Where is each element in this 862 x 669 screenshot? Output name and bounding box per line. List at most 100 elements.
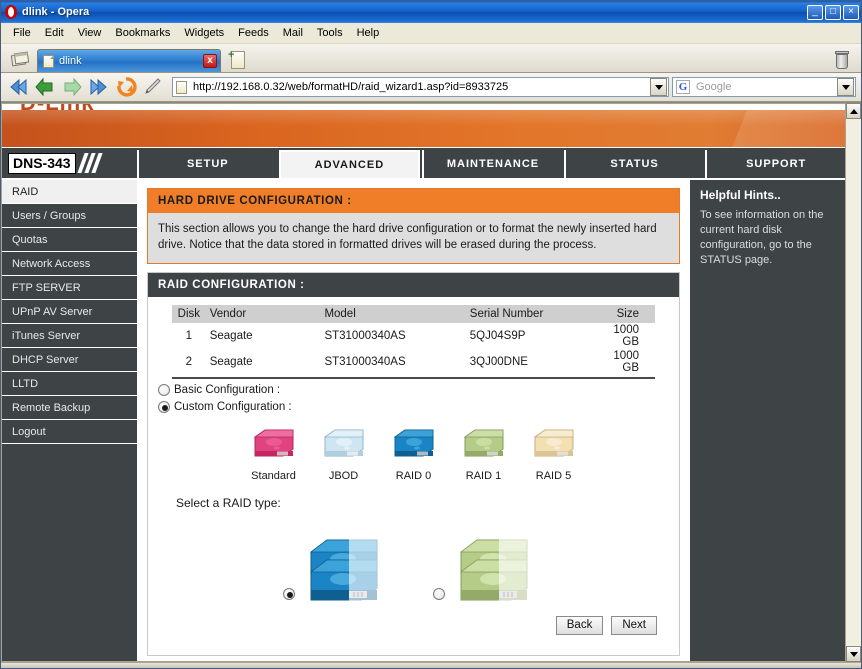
- main-navigation: DNS-343 SETUP ADVANCED MAINTENANCE STATU…: [2, 148, 845, 180]
- google-icon: G: [676, 80, 690, 94]
- table-row: 2 Seagate ST31000340AS 3QJ00DNE 1000 GB: [172, 349, 655, 379]
- opera-logo-icon: [4, 5, 18, 19]
- hard-drive-icon: [253, 429, 293, 457]
- raid-type-jbod[interactable]: JBOD: [318, 427, 370, 482]
- menu-item-file[interactable]: File: [6, 25, 38, 42]
- cell-size: 1000 GB: [613, 324, 639, 348]
- browser-window: dlink - Opera _ □ × File Edit View Bookm…: [0, 0, 862, 669]
- radio-basic-configuration[interactable]: [158, 384, 170, 396]
- search-box[interactable]: G Google: [672, 77, 856, 97]
- tab-close-icon[interactable]: x: [203, 54, 217, 68]
- url-page-icon: [176, 80, 187, 94]
- raid-panel-title: RAID CONFIGURATION :: [148, 273, 679, 297]
- basic-configuration-option[interactable]: Basic Configuration :: [158, 384, 669, 396]
- tab-setup[interactable]: SETUP: [137, 150, 277, 178]
- raid-type-standard[interactable]: Standard: [248, 427, 300, 482]
- next-button[interactable]: Next: [611, 616, 657, 635]
- choice-raid0[interactable]: [282, 516, 395, 604]
- maximize-button[interactable]: □: [825, 4, 841, 20]
- sidebar-item-dhcp-server[interactable]: DHCP Server: [2, 348, 137, 372]
- scroll-down-button[interactable]: [846, 646, 861, 662]
- forward-icon[interactable]: [60, 76, 84, 98]
- choice-raid1[interactable]: [432, 516, 545, 604]
- raid1-drive-stack-icon[interactable]: [453, 516, 545, 604]
- cell-disk: 1: [185, 330, 193, 342]
- window-title: dlink - Opera: [22, 6, 90, 18]
- disks-table: Disk Vendor Model Serial Number Size 1 S…: [172, 305, 655, 379]
- tab-support[interactable]: SUPPORT: [705, 150, 845, 178]
- menu-item-view[interactable]: View: [71, 25, 109, 42]
- hard-drive-icon: [393, 429, 433, 457]
- reload-icon[interactable]: [114, 76, 138, 98]
- search-input[interactable]: Google: [696, 81, 837, 93]
- tab-maintenance[interactable]: MAINTENANCE: [422, 150, 562, 178]
- minimize-button[interactable]: _: [807, 4, 823, 20]
- cell-vendor: Seagate: [205, 349, 321, 379]
- close-icon: ×: [848, 5, 854, 17]
- cell-vendor: Seagate: [209, 330, 253, 342]
- new-tab-button[interactable]: +: [227, 49, 249, 72]
- url-text: http://192.168.0.32/web/formatHD/raid_wi…: [193, 81, 509, 93]
- col-serial-number: Serial Number: [465, 305, 610, 323]
- scrollbar-track[interactable]: [846, 119, 861, 646]
- chevron-up-icon: [849, 108, 858, 114]
- menu-item-edit[interactable]: Edit: [38, 25, 71, 42]
- tab-status[interactable]: STATUS: [563, 150, 704, 178]
- address-bar[interactable]: http://192.168.0.32/web/formatHD/raid_wi…: [172, 77, 669, 97]
- tab-advanced[interactable]: ADVANCED: [278, 150, 421, 178]
- sidebar-item-network-access[interactable]: Network Access: [2, 252, 137, 276]
- address-dropdown-button[interactable]: [650, 78, 667, 96]
- raid-type-raid0[interactable]: RAID 0: [388, 427, 440, 482]
- sidebar-item-itunes-server[interactable]: iTunes Server: [2, 324, 137, 348]
- sidebar-item-ftp-server[interactable]: FTP SERVER: [2, 276, 137, 300]
- menu-item-mail[interactable]: Mail: [276, 25, 310, 42]
- menu-item-widgets[interactable]: Widgets: [177, 25, 231, 42]
- menu-item-feeds[interactable]: Feeds: [231, 25, 276, 42]
- hard-drive-configuration-panel: HARD DRIVE CONFIGURATION : This section …: [147, 188, 680, 264]
- raid0-drive-stack-icon[interactable]: [303, 516, 395, 604]
- raid-type-choices: [158, 516, 669, 604]
- edit-pen-icon[interactable]: [141, 76, 165, 98]
- radio-raid0[interactable]: [282, 588, 295, 600]
- radio-raid1[interactable]: [432, 588, 445, 600]
- table-row: 1 Seagate ST31000340AS 5QJ04S9P 1000 GB: [172, 323, 655, 349]
- trash-icon[interactable]: [835, 51, 849, 69]
- sidebar-item-logout[interactable]: Logout: [2, 420, 137, 444]
- menu-item-help[interactable]: Help: [350, 25, 387, 42]
- menu-item-tools[interactable]: Tools: [310, 25, 350, 42]
- radio-custom-configuration[interactable]: [158, 401, 170, 413]
- cell-size: 1000 GB: [609, 349, 655, 379]
- sidebar-item-remote-backup[interactable]: Remote Backup: [2, 396, 137, 420]
- sidebar-item-raid[interactable]: RAID: [2, 180, 137, 204]
- cell-model: ST31000340AS: [320, 349, 466, 379]
- hints-title: Helpful Hints..: [700, 188, 781, 202]
- panels-icon[interactable]: [9, 48, 33, 70]
- raid-panel-body: Disk Vendor Model Serial Number Size 1 S…: [148, 297, 679, 655]
- rewind-icon[interactable]: [6, 76, 30, 98]
- search-dropdown-button[interactable]: [837, 78, 854, 96]
- hard-drive-panel-description: This section allows you to change the ha…: [148, 213, 679, 263]
- nav-tabs: SETUP ADVANCED MAINTENANCE STATUS SUPPOR…: [137, 148, 845, 178]
- sidebar-item-upnp-av-server[interactable]: UPnP AV Server: [2, 300, 137, 324]
- back-icon[interactable]: [33, 76, 57, 98]
- raid-type-raid5[interactable]: RAID 5: [528, 427, 580, 482]
- raid-type-raid1[interactable]: RAID 1: [458, 427, 510, 482]
- sidebar-item-lltd[interactable]: LLTD: [2, 372, 137, 396]
- custom-configuration-option[interactable]: Custom Configuration :: [158, 401, 669, 413]
- main-content: HARD DRIVE CONFIGURATION : This section …: [137, 180, 690, 661]
- close-button[interactable]: ×: [843, 4, 859, 20]
- browser-tab-dlink[interactable]: dlink x: [37, 49, 221, 72]
- scroll-up-button[interactable]: [846, 103, 861, 119]
- menu-item-bookmarks[interactable]: Bookmarks: [108, 25, 177, 42]
- raid-configuration-panel: RAID CONFIGURATION : Disk Vendor Model S…: [147, 272, 680, 656]
- fast-forward-icon[interactable]: [87, 76, 111, 98]
- tab-title: dlink: [59, 55, 82, 67]
- device-brand-cell: DNS-343: [2, 148, 137, 178]
- label-raid1: RAID 1: [465, 470, 502, 482]
- sidebar-item-quotas[interactable]: Quotas: [2, 228, 137, 252]
- back-button[interactable]: Back: [555, 616, 604, 635]
- wizard-buttons: Back Next: [158, 616, 657, 635]
- raid-type-legend: Standard JBOD RAID 0 RAID 1 RAID 5: [158, 427, 669, 482]
- vertical-scrollbar[interactable]: [845, 103, 861, 662]
- sidebar-item-users-groups[interactable]: Users / Groups: [2, 204, 137, 228]
